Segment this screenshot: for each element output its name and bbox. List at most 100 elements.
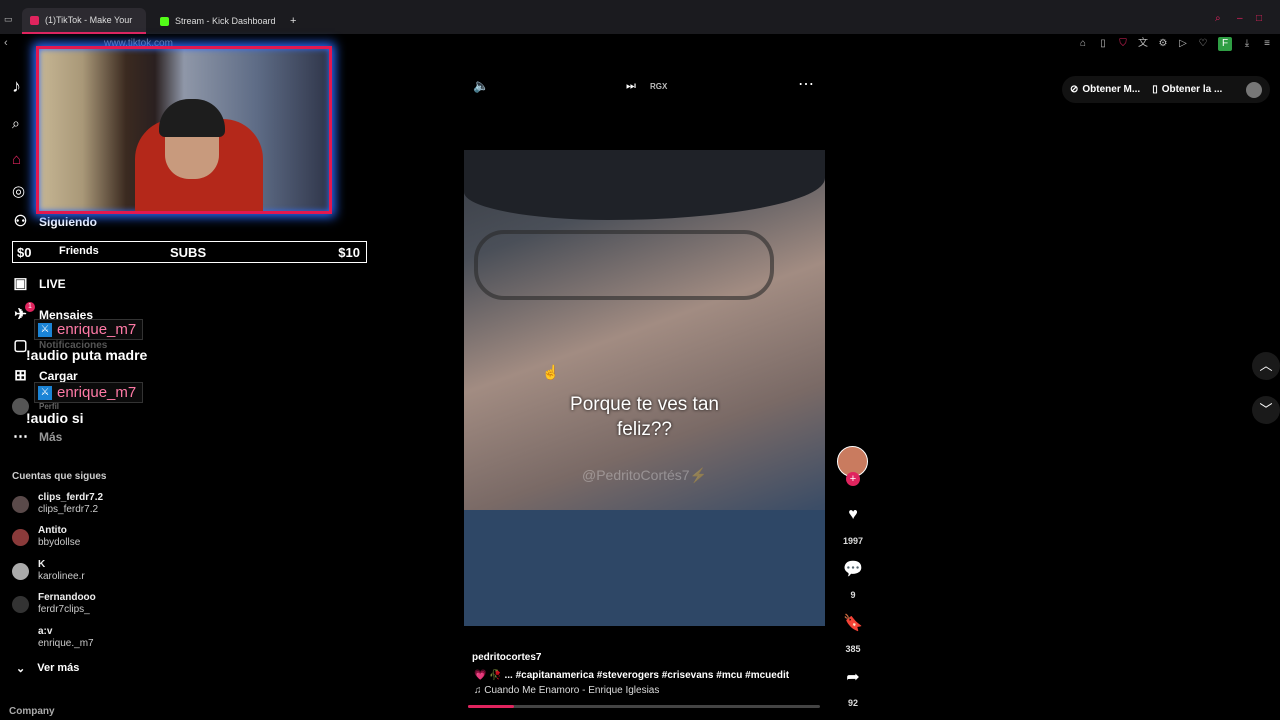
top-right-actions: ⊘ Obtener M... ▯ Obtener la ... (1062, 76, 1270, 103)
maximize-icon[interactable]: □ (1256, 13, 1262, 24)
avatar (12, 595, 29, 613)
share-count: 92 (847, 698, 858, 708)
comment-count: 9 (850, 590, 856, 600)
subtitle-line: feliz?? (617, 419, 672, 440)
subs-goal-bar: $0 Friends SUBS $10 (12, 241, 367, 263)
see-more-label: Ver más (37, 662, 80, 674)
tab-title: Stream - Kick Dashboard (175, 16, 276, 26)
sidebar-item-label: Más (39, 429, 63, 444)
account-handle: karolinee.r (38, 571, 85, 582)
toolbar-icons: ⌂ ▯ ⛉ 文 ⚙ ▷ ♡ F ⤓ ≡ (1078, 37, 1272, 51)
account-name: clips_ferdr7.2 (38, 492, 104, 503)
video-watermark: @PedritoCortés7⚡ (581, 467, 708, 483)
comment-icon[interactable]: 💬 (838, 554, 868, 584)
following-account[interactable]: Fernandooo ferdr7clips_ (12, 592, 96, 616)
search-icon[interactable]: ⌕ (12, 115, 20, 132)
live-icon: ▣ (13, 275, 28, 292)
sidebar-item-label: Cargar (39, 368, 78, 383)
next-video-button[interactable]: ﹀ (1252, 396, 1280, 424)
get-app-button[interactable]: ⊘ Obtener M... (1070, 84, 1140, 95)
avatar (12, 495, 29, 513)
explore-icon[interactable]: ◎ (12, 182, 25, 200)
avatar (12, 528, 29, 546)
account-handle: clips_ferdr7.2 (38, 504, 99, 515)
sidebar-item-more[interactable]: ⋯ Más (12, 428, 62, 445)
video-author[interactable]: pedritocortes7 (472, 652, 541, 663)
video-progress-bar[interactable] (468, 705, 820, 708)
tab-kick-dashboard[interactable]: Stream - Kick Dashboard (152, 8, 282, 34)
profile-f-icon[interactable]: F (1218, 37, 1232, 51)
account-name: Antito (38, 525, 67, 536)
tab-title: (1)TikTok - Make Your (45, 15, 133, 25)
back-arrow-icon[interactable]: ‹ (4, 37, 8, 49)
follow-plus-icon[interactable]: + (846, 472, 860, 486)
account-handle: enrique._m7 (38, 638, 94, 649)
skip-icon[interactable]: ⏭ (626, 80, 636, 93)
video-shirt-shape (464, 510, 825, 626)
tiktok-favicon-icon (30, 15, 39, 25)
sidebar-item-label: LIVE (39, 276, 66, 291)
subtitle-line: Porque te ves tan (570, 394, 719, 415)
subs-goal-start: $0 (17, 245, 32, 260)
following-account[interactable]: Antito bbydollse (12, 525, 80, 549)
browser-tab-bar: (1)TikTok - Make Your Stream - Kick Dash… (0, 0, 1280, 34)
account-name: Fernandooo (38, 592, 96, 603)
translate-icon[interactable]: 文 (1138, 39, 1148, 49)
account-name: K (38, 559, 46, 570)
home-icon[interactable]: ⌂ (12, 151, 21, 168)
sidebar-item-friends[interactable]: Friends (59, 245, 99, 257)
link-icon: ⊘ (1070, 84, 1079, 95)
pin-icon[interactable]: ⌂ (1078, 39, 1088, 49)
messages-badge: 1 (25, 302, 35, 312)
account-handle: ferdr7clips_ (38, 604, 90, 615)
menu-icon[interactable]: ≡ (1262, 39, 1272, 49)
sidebar-item-label: Siguiendo (39, 214, 97, 229)
chat-username: enrique_m7 (57, 384, 137, 401)
company-link[interactable]: Company (9, 706, 55, 717)
upload-icon: ⊞ (14, 367, 27, 384)
minimize-icon[interactable]: – (1237, 13, 1243, 24)
video-progress-fill (468, 705, 514, 708)
chevron-down-icon: ⌄ (16, 663, 26, 675)
user-avatar[interactable] (1246, 81, 1262, 98)
like-heart-icon[interactable]: ♥ (838, 500, 868, 530)
subs-goal-target: $10 (338, 245, 360, 260)
video-music[interactable]: ♫ Cuando Me Enamoro - Enrique Iglesias (474, 685, 659, 696)
new-tab-button[interactable]: + (282, 8, 302, 34)
sidebar-item-live[interactable]: ▣ LIVE (12, 275, 66, 292)
volume-icon[interactable]: 🔈 (473, 78, 489, 94)
sidebar-item-following[interactable]: ⚇ Siguiendo (12, 213, 97, 230)
get-desktop-button[interactable]: ▯ Obtener la ... (1152, 84, 1222, 95)
download-icon[interactable]: ⤓ (1242, 39, 1252, 49)
play-icon[interactable]: ▷ (1178, 39, 1188, 49)
bookmark-icon[interactable]: ▯ (1098, 39, 1108, 49)
video-player[interactable] (464, 150, 825, 626)
avatar (12, 562, 29, 580)
save-count: 385 (845, 644, 861, 654)
more-options-icon[interactable]: ⋯ (798, 74, 814, 94)
tab-tiktok[interactable]: (1)TikTok - Make Your (22, 8, 146, 34)
following-account[interactable]: Kkarolinee.r (12, 559, 85, 583)
device-icon: ▯ (1152, 84, 1158, 95)
search-tabs-icon[interactable]: ⌕ (1215, 13, 1221, 24)
following-account[interactable]: clips_ferdr7.2 clips_ferdr7.2 (12, 492, 103, 516)
previous-video-button[interactable]: ︿ (1252, 352, 1280, 380)
tab-list-icon[interactable]: ▭ (4, 14, 13, 25)
following-section-title: Cuentas que sigues (12, 471, 107, 482)
heart-icon[interactable]: ♡ (1198, 39, 1208, 49)
pill-label: Obtener M... (1082, 84, 1141, 95)
video-cap-shape (464, 150, 825, 220)
following-account[interactable]: a:v enrique._m7 (12, 626, 94, 650)
following-icon: ⚇ (13, 213, 28, 230)
video-glasses-shape (474, 230, 774, 300)
video-description: 💗 🥀 ... #capitanamerica #steverogers #cr… (474, 670, 790, 681)
kick-favicon-icon (160, 16, 169, 26)
shield-icon[interactable]: ⛉ (1118, 39, 1128, 49)
webcam-cap (159, 99, 225, 137)
settings-icon[interactable]: ⚙ (1158, 39, 1168, 49)
see-more-button[interactable]: ⌄ Ver más (16, 662, 79, 675)
tiktok-logo-icon[interactable]: ♪ (12, 76, 21, 97)
bookmark-save-icon[interactable]: 🔖 (838, 608, 868, 638)
video-subtitle: Porque te ves tan feliz?? (464, 392, 825, 442)
share-icon[interactable]: ➦ (838, 662, 868, 692)
